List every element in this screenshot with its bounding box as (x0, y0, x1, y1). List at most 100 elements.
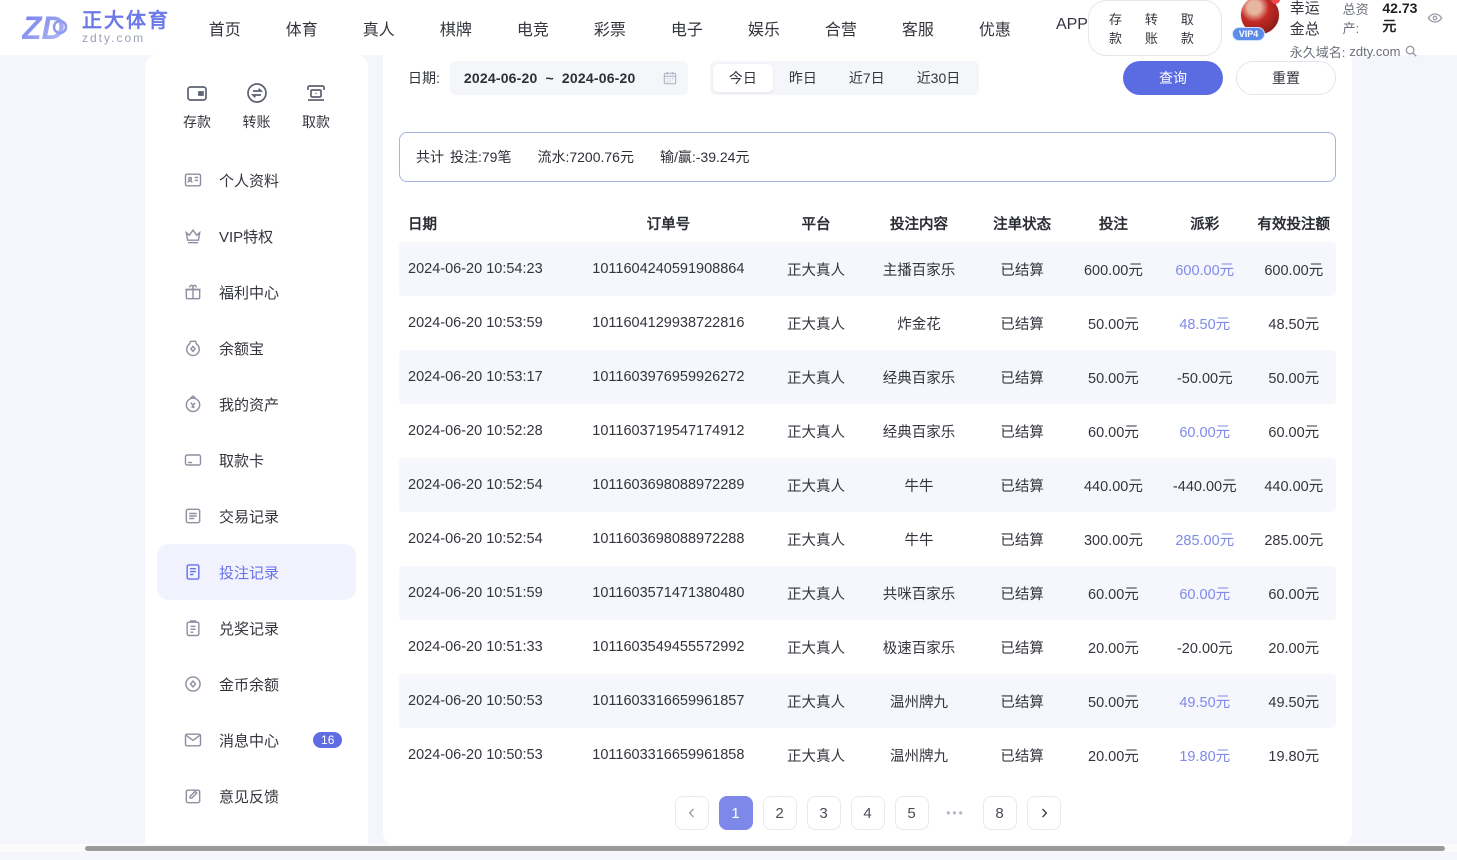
nav-item-slots[interactable]: 电子 (671, 16, 703, 40)
range-today-button[interactable]: 今日 (713, 64, 773, 92)
deposit-link[interactable]: 存款 (1109, 9, 1129, 47)
sidebar-item-vip[interactable]: VIP特权 (157, 208, 356, 264)
id-card-icon (183, 170, 203, 190)
calendar-icon[interactable] (662, 70, 678, 86)
summary-winloss-value: -39.24元 (696, 149, 750, 165)
summary-prefix: 共计 (416, 147, 444, 167)
crown-icon (183, 226, 203, 246)
bank-card-icon (183, 450, 203, 470)
date-separator: ~ (546, 70, 554, 86)
nav-item-live[interactable]: 真人 (363, 16, 395, 40)
quick-action-deposit[interactable]: 存款 (183, 81, 211, 132)
sidebar-item-bet-records[interactable]: 投注记录 (157, 544, 356, 600)
query-button[interactable]: 查询 (1123, 61, 1223, 95)
pagination: 1 2 3 4 5 ••• 8 (399, 796, 1336, 830)
bet-records-table: 日期 订单号 平台 投注内容 注单状态 投注 派彩 有效投注额 2024-06-… (399, 204, 1336, 782)
brand-logo-icon: ZD (22, 9, 74, 47)
sidebar-item-welfare[interactable]: 福利中心 (157, 264, 356, 320)
range-7days-button[interactable]: 近7日 (833, 64, 901, 92)
nav-item-entertainment[interactable]: 娱乐 (748, 16, 780, 40)
table-row: 2024-06-20 10:52:541011603698088972289正大… (399, 458, 1336, 512)
user-block[interactable]: VIP4 幸运金总 总资产: 42.73元 永久域名: zdty.com (1240, 0, 1443, 61)
redeem-icon (183, 618, 203, 638)
permanent-domain-value: zdty.com (1349, 44, 1400, 59)
transaction-list-icon (183, 506, 203, 526)
col-date: 日期 (399, 213, 568, 234)
quick-action-transfer[interactable]: 转账 (243, 81, 271, 132)
col-order: 订单号 (568, 213, 769, 234)
assets-value: 42.73元 (1382, 0, 1419, 36)
page-button-3[interactable]: 3 (807, 796, 841, 830)
quick-range-group: 今日 昨日 近7日 近30日 (710, 61, 979, 95)
brand-domain: zdty.com (82, 31, 170, 45)
col-content: 投注内容 (863, 213, 975, 234)
table-row: 2024-06-20 10:50:531011603316659961857正大… (399, 674, 1336, 728)
quick-action-withdraw[interactable]: 取款 (302, 81, 330, 132)
date-to: 2024-06-20 (562, 70, 636, 86)
page-button-5[interactable]: 5 (895, 796, 929, 830)
sidebar-item-withdraw-card[interactable]: 取款卡 (157, 432, 356, 488)
bet-record-icon (183, 562, 203, 582)
summary-bets-label: 投注: (450, 149, 482, 165)
nav-item-app[interactable]: APP (1056, 16, 1088, 40)
wallet-actions-pill: 存款 转账 取款 (1088, 0, 1222, 56)
nav-item-lottery[interactable]: 彩票 (594, 16, 626, 40)
message-icon (183, 730, 203, 750)
sidebar-item-messages[interactable]: 消息中心 16 (157, 712, 356, 768)
sidebar-item-transactions[interactable]: 交易记录 (157, 488, 356, 544)
range-30days-button[interactable]: 近30日 (901, 64, 977, 92)
table-row: 2024-06-20 10:52:281011603719547174912正大… (399, 404, 1336, 458)
gold-coin-icon (183, 674, 203, 694)
withdraw-link[interactable]: 取款 (1181, 9, 1201, 47)
nav-item-promo[interactable]: 优惠 (979, 16, 1011, 40)
search-icon[interactable] (1404, 44, 1418, 58)
page-button-1[interactable]: 1 (719, 796, 753, 830)
range-yesterday-button[interactable]: 昨日 (773, 64, 833, 92)
nav-item-home[interactable]: 首页 (209, 16, 241, 40)
wallet-icon (185, 81, 209, 105)
coin-purse-icon (183, 338, 203, 358)
nav-item-esports[interactable]: 电竞 (517, 16, 549, 40)
col-bet: 投注 (1069, 213, 1158, 234)
sidebar-quick-actions: 存款 转账 取款 (145, 81, 368, 152)
horizontal-scrollbar[interactable] (0, 844, 1457, 852)
nav-item-support[interactable]: 客服 (902, 16, 934, 40)
table-header-row: 日期 订单号 平台 投注内容 注单状态 投注 派彩 有效投注额 (399, 204, 1336, 242)
page-button-4[interactable]: 4 (851, 796, 885, 830)
brand-name: 正大体育 (82, 11, 170, 31)
prev-page-button[interactable] (675, 796, 709, 830)
feedback-icon (183, 786, 203, 806)
sidebar-item-assets[interactable]: 我的资产 (157, 376, 356, 432)
nav-item-sports[interactable]: 体育 (286, 16, 318, 40)
brand-logo[interactable]: ZD 正大体育 zdty.com (22, 9, 181, 47)
vip-badge: VIP4 (1232, 27, 1266, 41)
next-page-button[interactable] (1027, 796, 1061, 830)
summary-bar: 共计 投注:79笔 流水:7200.76元 输/赢:-39.24元 (399, 132, 1336, 182)
main-content: 日期: 2024-06-20 ~ 2024-06-20 今日 昨日 近7日 近3… (383, 55, 1352, 845)
nav-item-chess[interactable]: 棋牌 (440, 16, 472, 40)
sidebar-item-yuebao[interactable]: 余额宝 (157, 320, 356, 376)
assets-icon (183, 394, 203, 414)
main-nav: 首页 体育 真人 棋牌 电竞 彩票 电子 娱乐 合营 客服 优惠 APP (209, 16, 1088, 40)
transfer-icon (245, 81, 269, 105)
page-button-2[interactable]: 2 (763, 796, 797, 830)
reset-button[interactable]: 重置 (1236, 61, 1336, 95)
page-ellipsis[interactable]: ••• (939, 796, 973, 830)
eye-icon[interactable] (1427, 10, 1443, 26)
date-range-input[interactable]: 2024-06-20 ~ 2024-06-20 (450, 61, 688, 95)
sidebar: 存款 转账 取款 (145, 55, 368, 852)
summary-winloss-label: 输/赢: (660, 149, 696, 165)
date-from: 2024-06-20 (464, 70, 538, 86)
withdraw-icon (304, 81, 328, 105)
page-button-8[interactable]: 8 (983, 796, 1017, 830)
sidebar-item-profile[interactable]: 个人资料 (157, 152, 356, 208)
horizontal-scrollbar-thumb[interactable] (85, 846, 1445, 851)
user-name: 幸运金总 (1290, 0, 1335, 39)
sidebar-item-redeem-records[interactable]: 兑奖记录 (157, 600, 356, 656)
summary-bets-value: 79笔 (482, 149, 512, 165)
sidebar-item-feedback[interactable]: 意见反馈 (157, 768, 356, 824)
sidebar-item-gold-balance[interactable]: 金币余额 (157, 656, 356, 712)
transfer-link[interactable]: 转账 (1145, 9, 1165, 47)
nav-item-partner[interactable]: 合营 (825, 16, 857, 40)
col-status: 注单状态 (975, 213, 1069, 234)
